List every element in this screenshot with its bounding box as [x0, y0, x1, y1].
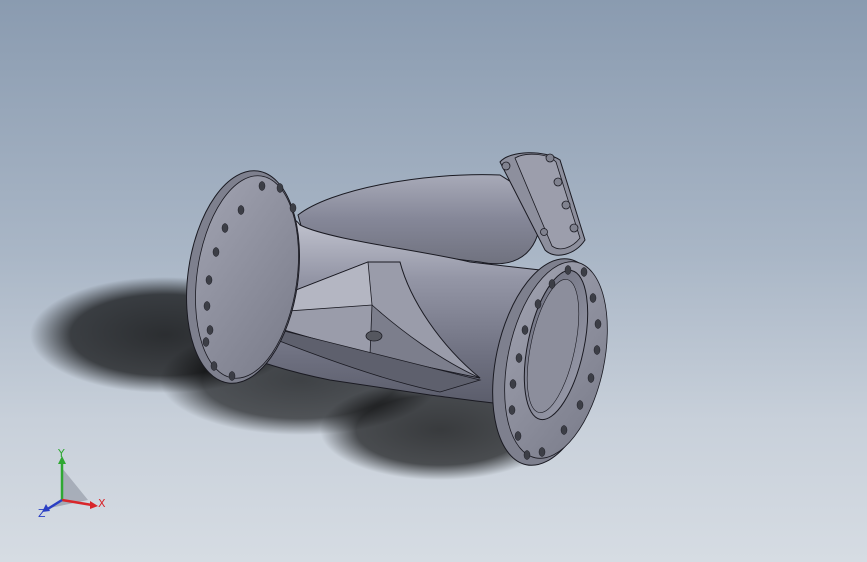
triad-x-label: X	[98, 497, 106, 510]
graphics-viewport[interactable]: Y X Z	[0, 0, 867, 562]
triad-z-label: Z	[38, 507, 46, 520]
triad-y-label: Y	[58, 447, 65, 460]
reference-triad: Y X Z	[30, 448, 120, 528]
valve-body-model[interactable]	[0, 0, 867, 562]
